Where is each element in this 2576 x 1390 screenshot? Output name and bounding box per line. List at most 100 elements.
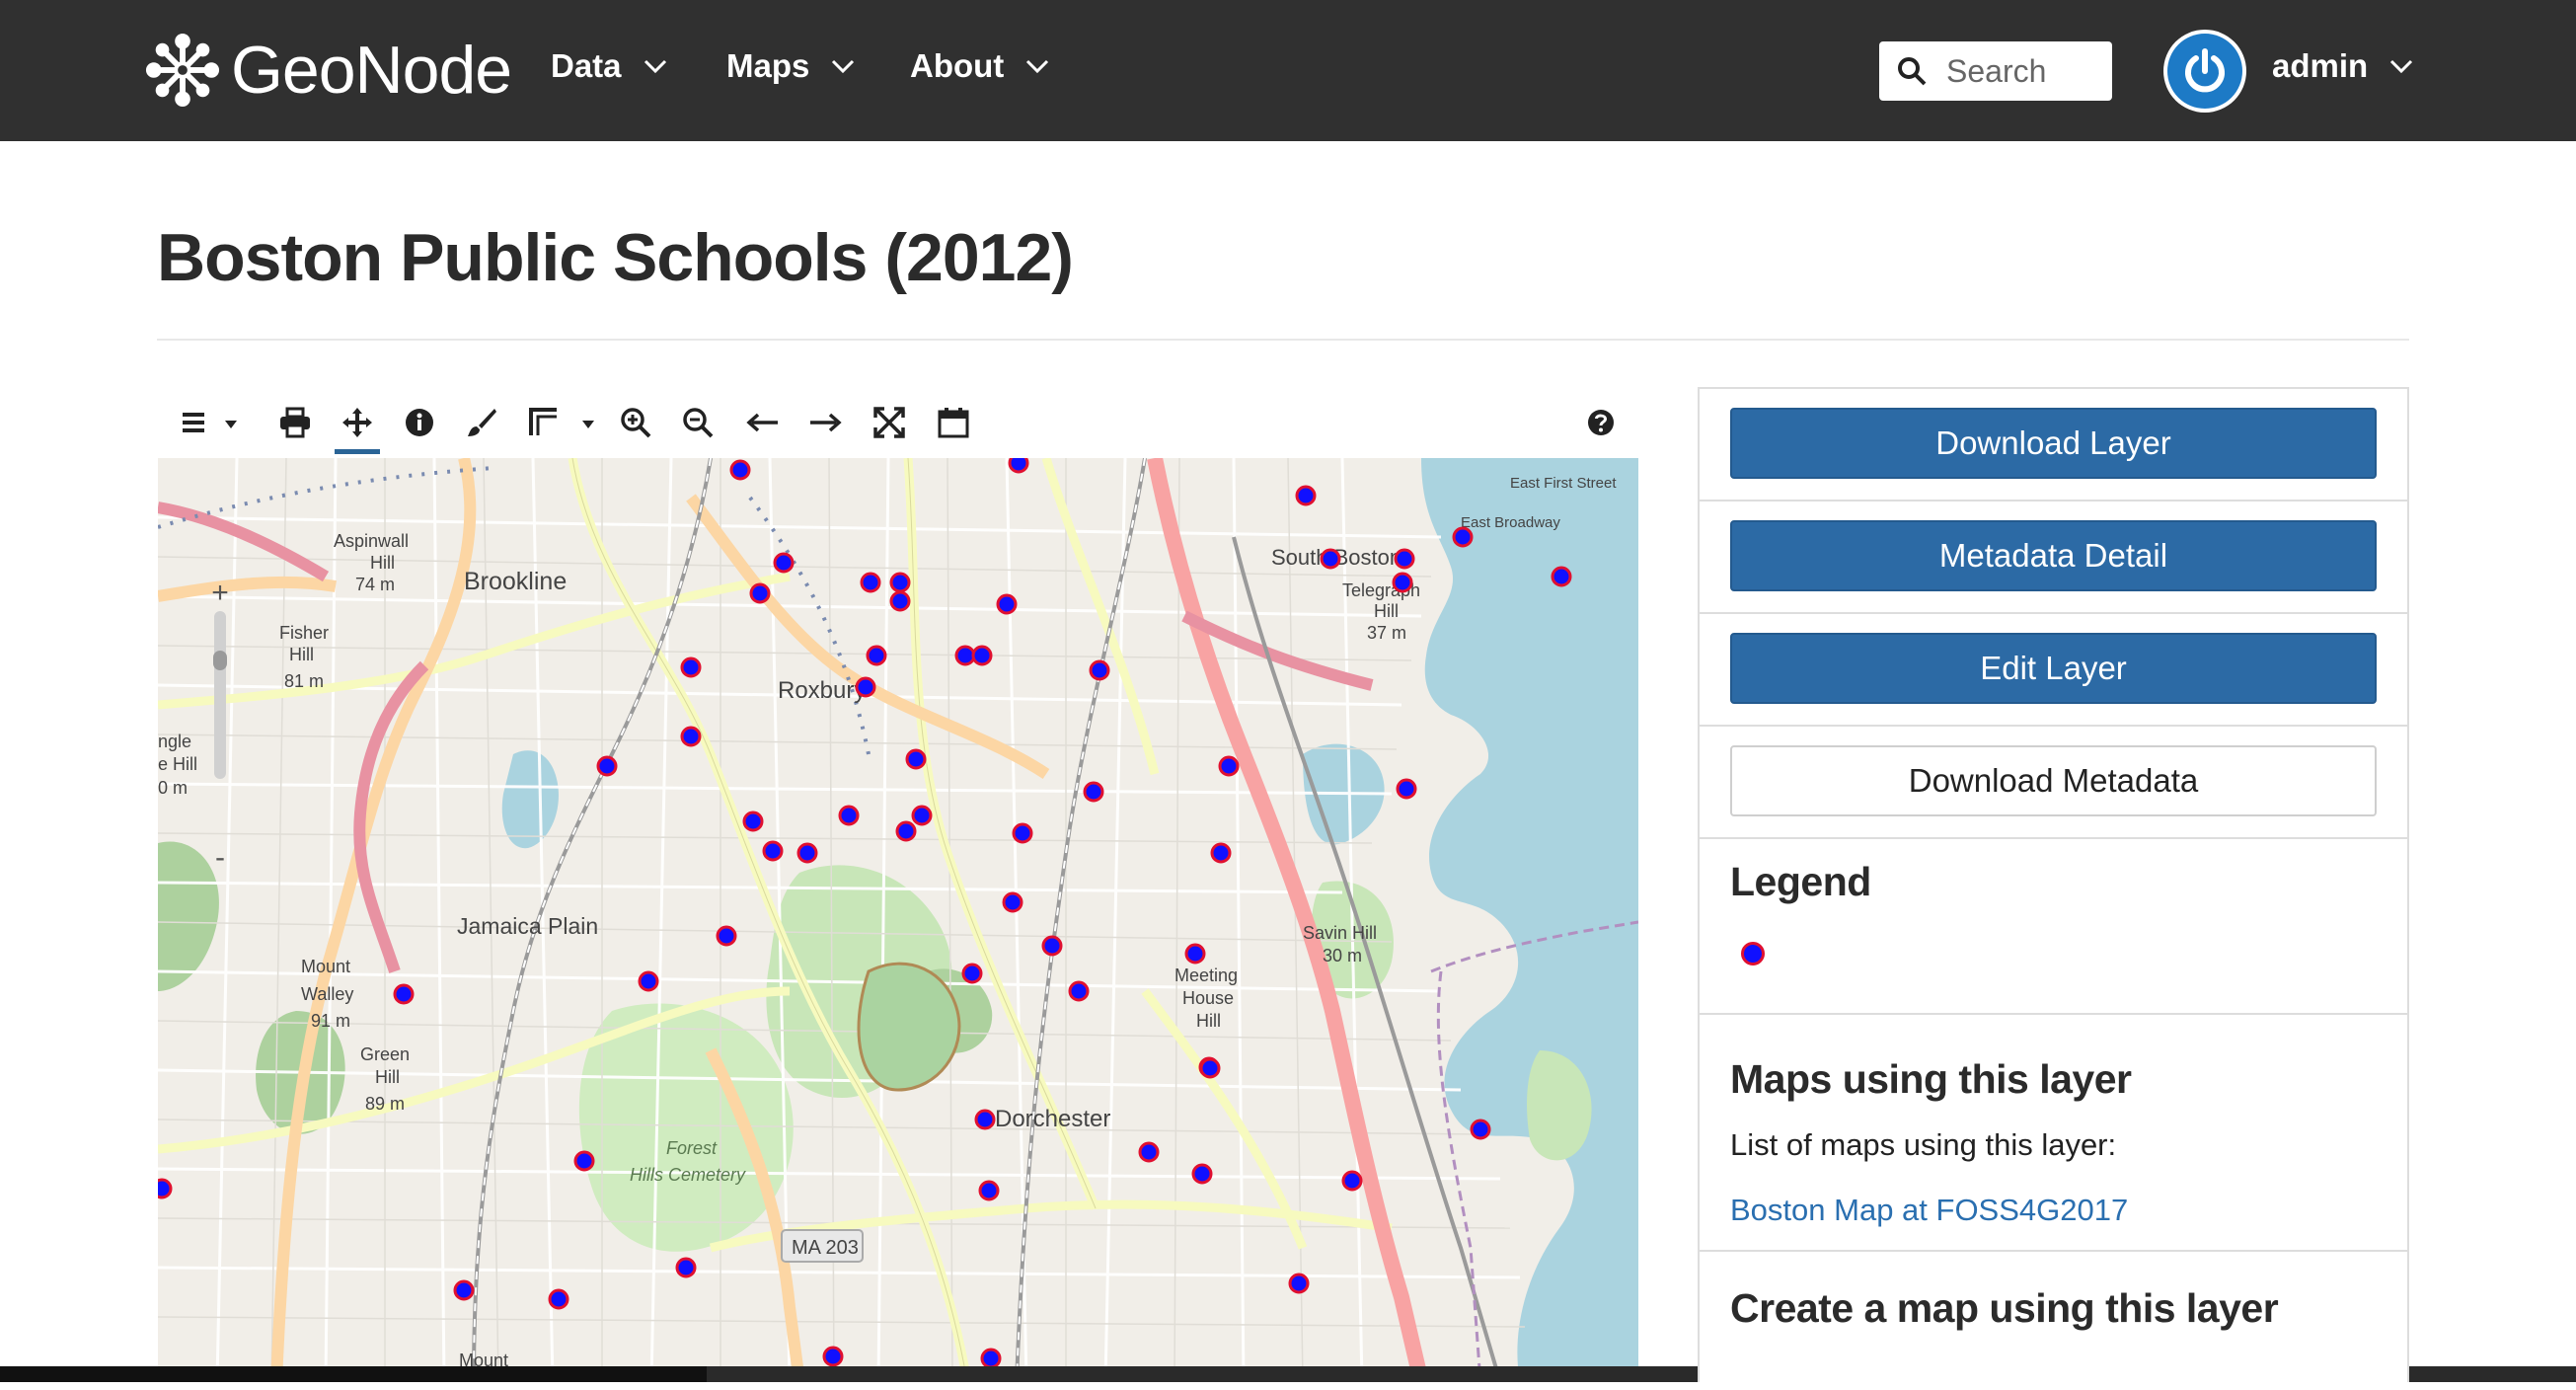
search-input[interactable]	[1946, 52, 2104, 90]
top-navbar: GeoNode Data Maps About admin	[0, 0, 2576, 141]
school-point[interactable]	[596, 755, 618, 777]
pan-icon	[342, 408, 372, 437]
zoom-slider[interactable]	[211, 611, 229, 779]
school-point[interactable]	[905, 748, 927, 770]
layers-icon	[183, 413, 204, 432]
school-point[interactable]	[911, 805, 933, 826]
school-point[interactable]	[889, 572, 911, 593]
nav-data-menu[interactable]: Data	[551, 47, 667, 85]
measure-button[interactable]	[519, 395, 568, 450]
school-point[interactable]	[996, 593, 1018, 615]
school-point[interactable]	[954, 645, 976, 666]
school-point[interactable]	[1012, 822, 1033, 844]
user-menu[interactable]: admin	[2272, 47, 2413, 85]
school-point[interactable]	[729, 459, 751, 481]
pan-button[interactable]	[333, 395, 382, 454]
school-points-layer	[158, 458, 1572, 1369]
school-point[interactable]	[980, 1348, 1002, 1369]
search-box[interactable]	[1879, 41, 2112, 101]
school-point[interactable]	[773, 552, 795, 574]
school-point[interactable]	[1083, 781, 1104, 803]
maps-section-title: Maps using this layer	[1730, 1056, 2132, 1102]
brand-logo[interactable]: GeoNode	[144, 26, 512, 115]
school-point[interactable]	[158, 1178, 173, 1199]
next-extent-icon	[810, 413, 842, 432]
school-point[interactable]	[548, 1288, 569, 1310]
zoom-out-button[interactable]	[673, 395, 722, 450]
school-point[interactable]	[974, 1109, 996, 1130]
school-point[interactable]	[680, 656, 702, 678]
school-point[interactable]	[1452, 526, 1474, 548]
caret-down-icon	[225, 421, 237, 428]
school-point[interactable]	[1068, 980, 1090, 1002]
print-button[interactable]	[270, 395, 320, 450]
school-point[interactable]	[1184, 943, 1206, 965]
school-point[interactable]	[1341, 1170, 1363, 1192]
school-point[interactable]	[1392, 572, 1413, 593]
school-point[interactable]	[860, 572, 881, 593]
school-point[interactable]	[895, 820, 917, 842]
school-point[interactable]	[1138, 1141, 1160, 1163]
full-extent-button[interactable]	[865, 395, 914, 450]
school-point[interactable]	[1008, 458, 1029, 474]
maps-using-layer-section: Maps using this layer List of maps using…	[1700, 1015, 2407, 1252]
school-point[interactable]	[889, 590, 911, 612]
school-point[interactable]	[961, 963, 983, 984]
school-point[interactable]	[1396, 778, 1417, 800]
legend-title: Legend	[1730, 859, 1871, 904]
school-point[interactable]	[680, 726, 702, 747]
edit-layer-button[interactable]: Edit Layer	[1730, 633, 2377, 704]
school-point[interactable]	[978, 1180, 1000, 1201]
nav-about-label: About	[910, 47, 1005, 84]
zoom-minus-control[interactable]: -	[203, 841, 237, 875]
time-button[interactable]	[929, 395, 978, 450]
school-point[interactable]	[762, 840, 784, 862]
school-point[interactable]	[1210, 842, 1232, 864]
school-point[interactable]	[1041, 935, 1063, 957]
school-point[interactable]	[838, 805, 860, 826]
style-button[interactable]	[457, 395, 506, 450]
school-point[interactable]	[1218, 755, 1240, 777]
legend-point-symbol	[1741, 942, 1765, 965]
previous-extent-button[interactable]	[738, 395, 788, 450]
school-point[interactable]	[1199, 1057, 1221, 1079]
school-point[interactable]	[1320, 548, 1341, 570]
school-point[interactable]	[675, 1257, 697, 1278]
school-point[interactable]	[1288, 1273, 1310, 1294]
metadata-detail-button[interactable]: Metadata Detail	[1730, 520, 2377, 591]
school-point[interactable]	[1551, 566, 1572, 587]
school-point[interactable]	[822, 1346, 844, 1367]
avatar[interactable]	[2163, 30, 2246, 113]
measure-icon	[529, 408, 557, 435]
school-point[interactable]	[393, 983, 415, 1005]
layers-menu-button[interactable]	[172, 395, 221, 450]
school-point[interactable]	[453, 1279, 475, 1301]
school-point[interactable]	[1470, 1119, 1491, 1140]
zoom-slider-handle	[213, 651, 227, 670]
school-point[interactable]	[742, 811, 764, 832]
school-point[interactable]	[971, 645, 993, 666]
nav-about-menu[interactable]: About	[910, 47, 1049, 85]
map-link[interactable]: Boston Map at FOSS4G2017	[1730, 1193, 2128, 1228]
school-point[interactable]	[796, 842, 818, 864]
school-point[interactable]	[1191, 1163, 1213, 1185]
download-layer-button[interactable]: Download Layer	[1730, 408, 2377, 479]
school-point[interactable]	[1089, 659, 1110, 681]
info-button[interactable]	[395, 395, 444, 450]
school-point[interactable]	[638, 970, 659, 992]
school-point[interactable]	[749, 582, 771, 604]
zoom-in-button[interactable]	[611, 395, 660, 450]
school-point[interactable]	[855, 676, 876, 698]
school-point[interactable]	[573, 1150, 595, 1172]
school-point[interactable]	[1002, 891, 1023, 913]
map-viewer[interactable]: Brookline Aspinwall Hill 74 m Fisher Hil…	[158, 458, 1638, 1382]
download-metadata-button[interactable]: Download Metadata	[1730, 745, 2377, 816]
school-point[interactable]	[716, 925, 737, 947]
school-point[interactable]	[866, 645, 887, 666]
next-extent-button[interactable]	[800, 395, 850, 450]
school-point[interactable]	[1295, 485, 1317, 506]
zoom-plus-control[interactable]: +	[203, 577, 237, 610]
help-button[interactable]	[1576, 395, 1626, 450]
school-point[interactable]	[1394, 548, 1415, 570]
nav-maps-menu[interactable]: Maps	[726, 47, 855, 85]
